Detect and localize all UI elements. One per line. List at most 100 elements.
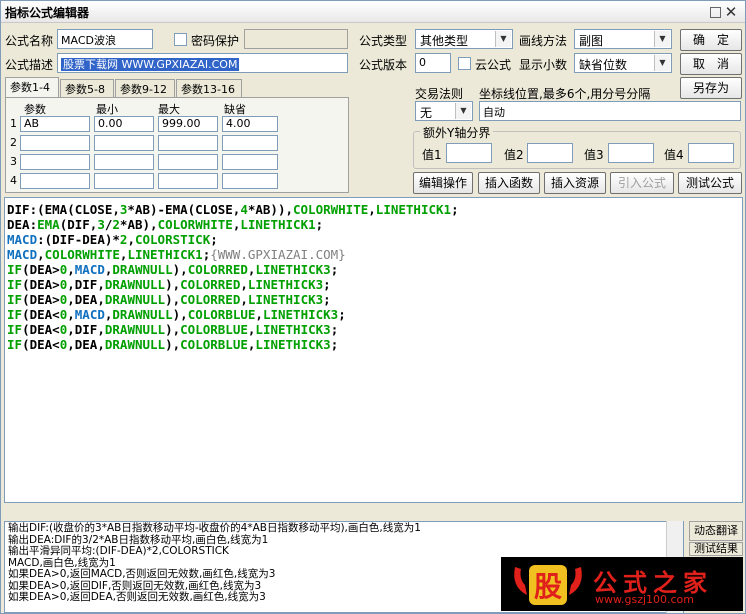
- cloud-checkbox[interactable]: [458, 57, 471, 70]
- tab-params-13-16[interactable]: 参数13-16: [176, 79, 242, 97]
- type-select[interactable]: 其他类型 ▼: [415, 29, 513, 49]
- tab-params-5-8[interactable]: 参数5-8: [60, 79, 114, 97]
- decimal-select[interactable]: 缺省位数 ▼: [574, 53, 672, 73]
- param-min-cell[interactable]: [94, 154, 154, 170]
- code-line: IF(DEA<0,DEA,DRAWNULL),COLORBLUE,LINETHI…: [7, 337, 740, 352]
- desc-value: 股票下载网 WWW.GPXIAZAI.COM: [61, 58, 240, 71]
- param-min-cell[interactable]: [94, 135, 154, 151]
- desc-input[interactable]: 股票下载网 WWW.GPXIAZAI.COM: [57, 53, 348, 73]
- code-token: IF: [7, 337, 23, 352]
- code-token: EMA: [37, 217, 60, 232]
- code-token: DEA:: [7, 217, 38, 232]
- code-token: (DIF,: [59, 217, 98, 232]
- code-token: ,: [67, 307, 75, 322]
- save-as-button[interactable]: 另存为: [680, 77, 742, 99]
- param-default-cell[interactable]: [222, 154, 278, 170]
- maximize-icon[interactable]: [710, 7, 721, 18]
- axis-value-4-label: 值4: [664, 148, 684, 162]
- code-token: (DEA<: [22, 337, 60, 352]
- coord-input[interactable]: 自动: [479, 101, 741, 121]
- code-token: DRAWNULL: [104, 337, 166, 352]
- dynamic-translate-button[interactable]: 动态翻译: [689, 521, 743, 541]
- code-token: COLORSTICK: [134, 232, 211, 247]
- param-header-default: 缺省: [224, 103, 246, 116]
- param-name-cell[interactable]: [20, 135, 90, 151]
- code-token: ;: [330, 337, 339, 352]
- code-token: DRAWNULL: [104, 277, 166, 292]
- code-editor[interactable]: DIF:(EMA(CLOSE,3*AB)-EMA(CLOSE,4*AB)),CO…: [4, 197, 743, 503]
- title-bar: 指标公式编辑器 ✕: [1, 1, 745, 23]
- trade-select-value: 无: [420, 106, 433, 120]
- code-token: 4: [240, 202, 248, 217]
- code-token: DRAWNULL: [112, 262, 173, 277]
- tab-params-9-12[interactable]: 参数9-12: [115, 79, 175, 97]
- insert-function-button[interactable]: 插入函数: [478, 172, 540, 194]
- axis-value-1-label: 值1: [422, 148, 442, 162]
- code-token: ),: [165, 322, 181, 337]
- code-token: ,DEA,: [67, 337, 105, 352]
- param-name-cell[interactable]: [20, 154, 90, 170]
- code-line: DEA:EMA(DIF,3/2*AB),COLORWHITE,LINETHICK…: [7, 217, 740, 232]
- param-row-number: 3: [10, 155, 17, 168]
- param-min-cell[interactable]: [94, 173, 154, 189]
- code-token: COLORWHITE: [44, 247, 120, 262]
- cancel-button[interactable]: 取 消: [680, 53, 742, 75]
- code-token: DRAWNULL: [104, 292, 166, 307]
- code-token: DRAWNULL: [112, 307, 173, 322]
- extra-axis-title: 额外Y轴分界: [420, 124, 494, 141]
- axis-value-4-input[interactable]: [688, 143, 734, 163]
- param-min-cell[interactable]: 0.00: [94, 116, 154, 132]
- code-line: IF(DEA>0,DEA,DRAWNULL),COLORRED,LINETHIC…: [7, 292, 740, 307]
- coord-label: 坐标线位置,最多6个,用分号分隔: [479, 87, 651, 101]
- param-panel: 参数 最小 最大 缺省 1 AB 0.00 999.00 4.00 2 3 4: [5, 97, 349, 193]
- param-max-cell[interactable]: [158, 135, 218, 151]
- desc-label: 公式描述: [5, 58, 54, 72]
- param-max-cell[interactable]: [158, 173, 218, 189]
- version-input[interactable]: 0: [415, 53, 451, 73]
- param-default-cell[interactable]: [222, 173, 278, 189]
- code-token: LINETHICK3: [255, 337, 331, 352]
- param-default-cell[interactable]: 4.00: [222, 116, 278, 132]
- code-token: LINETHICK3: [262, 307, 339, 322]
- import-formula-button[interactable]: 引入公式: [610, 172, 674, 194]
- code-token: IF: [7, 307, 23, 322]
- chevron-down-icon: ▼: [654, 31, 670, 47]
- insert-resource-button[interactable]: 插入资源: [544, 172, 606, 194]
- edit-ops-button[interactable]: 编辑操作: [413, 172, 473, 194]
- tab-params-1-4[interactable]: 参数1-4: [5, 77, 59, 97]
- axis-value-2-input[interactable]: [527, 143, 573, 163]
- name-label: 公式名称: [5, 34, 54, 48]
- test-result-button[interactable]: 测试结果: [689, 542, 743, 556]
- output-line: 输出平滑异同平均:(DIF-DEA)*2,COLORSTICK: [8, 545, 229, 557]
- code-token: COLORBLUE: [180, 337, 248, 352]
- code-token: MACD: [74, 262, 105, 277]
- name-input[interactable]: MACD波浪: [57, 29, 153, 49]
- param-name-cell[interactable]: AB: [20, 116, 90, 132]
- axis-value-3-input[interactable]: [608, 143, 654, 163]
- chevron-down-icon: ▼: [455, 103, 471, 119]
- close-icon[interactable]: ✕: [723, 4, 739, 20]
- axis-value-1-input[interactable]: [446, 143, 492, 163]
- axis-value-3-label: 值3: [584, 148, 604, 162]
- param-max-cell[interactable]: 999.00: [158, 116, 218, 132]
- code-token: COLORBLUE: [187, 307, 256, 322]
- code-token: LINETHICK1: [375, 202, 452, 217]
- code-token: COLORWHITE: [157, 217, 233, 232]
- param-max-cell[interactable]: [158, 154, 218, 170]
- code-token: ,: [255, 307, 263, 322]
- trade-select[interactable]: 无 ▼: [415, 101, 473, 121]
- code-token: COLORRED: [187, 262, 248, 277]
- code-token: COLORWHITE: [293, 202, 369, 217]
- test-formula-button[interactable]: 测试公式: [678, 172, 742, 194]
- ok-button[interactable]: 确 定: [680, 29, 742, 51]
- param-row-number: 1: [10, 117, 17, 130]
- version-label: 公式版本: [359, 58, 408, 72]
- bull-logo-icon: 股: [514, 565, 582, 605]
- draw-select[interactable]: 副图 ▼: [574, 29, 672, 49]
- password-checkbox[interactable]: [174, 33, 187, 46]
- code-token: ,: [240, 292, 248, 307]
- param-name-cell[interactable]: [20, 173, 90, 189]
- code-token: ;: [451, 202, 459, 217]
- param-header-min: 最小: [96, 103, 118, 116]
- param-default-cell[interactable]: [222, 135, 278, 151]
